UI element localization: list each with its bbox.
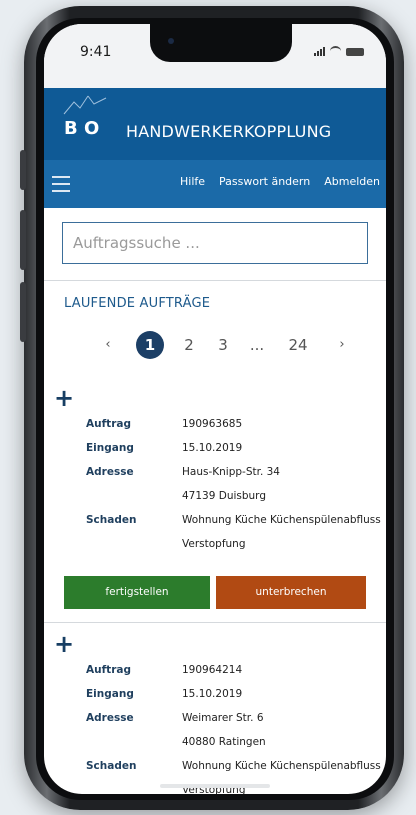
menu-icon[interactable] [52,172,76,196]
pagination-prev-button[interactable]: ‹ [100,330,116,360]
expand-icon[interactable]: + [54,386,74,410]
phone-mute-switch [20,150,26,190]
status-time: 9:41 [80,44,112,60]
section-divider [44,280,386,281]
logo: B O [63,95,107,139]
pagination-page-24[interactable]: 24 [284,330,312,360]
search-input[interactable] [63,223,367,263]
camera-icon [168,38,174,44]
finish-button[interactable]: fertigstellen [64,576,210,609]
order-label: Auftrag [86,664,131,676]
app-screen: 9:41 B O HANDWERKERKOPPLUNG Hilfe Passwo… [44,24,386,794]
home-indicator [160,784,270,788]
order-label: Auftrag [86,418,131,430]
order-damage: Wohnung Küche Küchenspülenabfluss [182,760,381,772]
order-address-street: Haus-Knipp-Str. 34 [182,466,280,478]
pagination: ‹ 1 2 3 ... 24 › [44,330,386,360]
pause-button[interactable]: unterbrechen [216,576,366,609]
phone-bezel: 9:41 B O HANDWERKERKOPPLUNG Hilfe Passwo… [36,18,394,800]
signal-icon [314,47,325,56]
logo-lightning-icon [63,95,107,115]
nav-link-help[interactable]: Hilfe [180,175,205,188]
brand-header: B O HANDWERKERKOPPLUNG [44,88,386,160]
search-box [62,222,368,264]
order-date: 15.10.2019 [182,688,243,700]
order-address-city: 47139 Duisburg [182,490,266,502]
section-title: LAUFENDE AUFTRÄGE [64,296,211,311]
battery-icon [346,48,364,56]
order-number: 190963685 [182,418,243,430]
phone-volume-down [20,282,26,342]
order-address-street: Weimarer Str. 6 [182,712,264,724]
order-label: Schaden [86,514,137,526]
wifi-icon [330,46,341,56]
expand-icon[interactable]: + [54,632,74,656]
pagination-page-3[interactable]: 3 [216,330,230,360]
order-damage: Wohnung Küche Küchenspülenabfluss [182,514,381,526]
pagination-page-2[interactable]: 2 [182,330,196,360]
order-divider [44,622,386,623]
order-damage-detail: Verstopfung [182,538,246,550]
order-label: Adresse [86,712,134,724]
order-address-city: 40880 Ratingen [182,736,266,748]
order-date: 15.10.2019 [182,442,243,454]
pagination-page-1[interactable]: 1 [136,331,164,359]
status-bar: 9:41 [44,24,386,88]
order-number: 190964214 [182,664,243,676]
order-label: Eingang [86,442,134,454]
nav-link-logout[interactable]: Abmelden [324,175,380,188]
order-label: Schaden [86,760,137,772]
order-label: Adresse [86,466,134,478]
nav-bar: Hilfe Passwort ändern Abmelden [44,160,386,208]
notch [150,24,292,62]
nav-link-change-password[interactable]: Passwort ändern [219,175,310,188]
pagination-next-button[interactable]: › [334,330,350,360]
nav-links: Hilfe Passwort ändern Abmelden [180,175,380,188]
order-label: Eingang [86,688,134,700]
phone-volume-up [20,210,26,270]
pagination-ellipsis: ... [249,336,265,354]
app-title: HANDWERKERKOPPLUNG [126,122,332,141]
status-icons [314,46,364,56]
